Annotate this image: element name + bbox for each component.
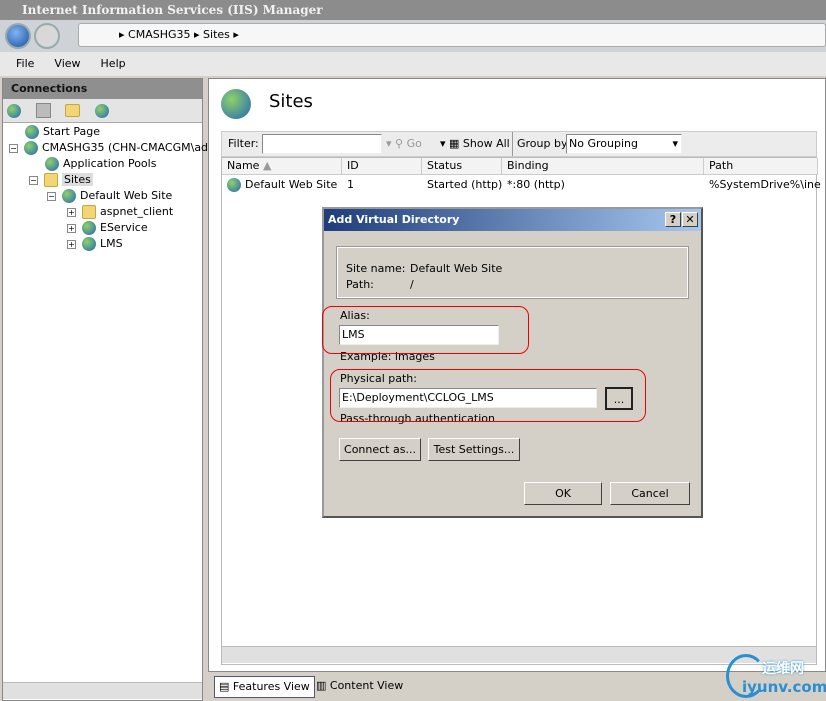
connect-globe-icon[interactable] [7, 104, 21, 118]
col-name[interactable]: Name ▲ [222, 158, 342, 175]
tab-content-view[interactable]: ▥ Content View [312, 676, 407, 698]
breadcrumb-arrow-icon: ▸ [233, 28, 239, 41]
save-icon[interactable] [36, 103, 51, 118]
tree-sites[interactable]: − Sites [29, 172, 93, 188]
menu-view[interactable]: View [54, 57, 80, 70]
dialog-title-bar: Add Virtual Directory [324, 209, 701, 231]
cancel-button[interactable]: Cancel [610, 482, 690, 505]
up-folder-icon[interactable] [65, 104, 80, 117]
globe-icon [227, 178, 241, 192]
watermark: 运维网 iyunv.com [722, 650, 826, 701]
back-button[interactable] [5, 23, 31, 49]
menu-bar: File View Help [0, 52, 826, 76]
highlight-alias [322, 306, 529, 354]
ok-button[interactable]: OK [524, 482, 602, 505]
connections-header: Connections [3, 79, 202, 99]
menu-help[interactable]: Help [101, 57, 126, 70]
filter-bar: Filter: ▾ ⚲ Go ▾ ▦ Show All Group by: No… [221, 131, 817, 157]
title-bar: Internet Information Services (IIS) Mana… [0, 0, 826, 20]
globe-icon [62, 189, 76, 203]
help-button[interactable]: ? [665, 212, 681, 227]
window-title: Internet Information Services (IIS) Mana… [22, 3, 323, 17]
connections-hscrollbar[interactable] [3, 682, 202, 699]
disconnect-icon[interactable] [95, 104, 109, 118]
app-pools-icon [45, 157, 59, 171]
site-info-group: Site name: Default Web Site Path: / [336, 246, 689, 299]
tree-aspnet-client[interactable]: + aspnet_client [67, 204, 173, 220]
breadcrumb-sites[interactable]: Sites [203, 28, 230, 41]
breadcrumb-arrow-icon: ▸ [119, 28, 129, 41]
tree-eservice[interactable]: + EService [67, 220, 148, 236]
breadcrumb-arrow-icon: ▸ [194, 28, 204, 41]
tree-default-web-site[interactable]: − Default Web Site [47, 188, 172, 204]
connections-toolbar [3, 99, 202, 123]
sites-folder-icon [44, 173, 58, 187]
sites-header-icon [221, 89, 251, 119]
tab-features-view[interactable]: ▤ Features View [214, 676, 315, 698]
group-by-select[interactable]: No Grouping ▾ [566, 134, 682, 154]
go-button[interactable]: ▾ ⚲ Go [386, 132, 422, 156]
close-button[interactable]: ✕ [682, 212, 698, 227]
filter-label: Filter: [228, 137, 259, 150]
tree-server[interactable]: − CMASHG35 (CHN-CMACGM\admi [9, 140, 222, 156]
path-value: / [410, 278, 414, 291]
server-icon [24, 141, 38, 155]
connect-as-button[interactable]: Connect as... [339, 438, 421, 461]
filter-input[interactable] [262, 134, 382, 154]
virtual-dir-icon [82, 237, 96, 251]
col-path[interactable]: Path [704, 158, 818, 175]
col-binding[interactable]: Binding [502, 158, 704, 175]
tree-app-pools[interactable]: Application Pools [45, 156, 156, 172]
address-breadcrumb[interactable]: ▸ CMASHG35 ▸ Sites ▸ [78, 23, 826, 47]
show-all-button[interactable]: ▾ ▦ Show All [440, 132, 510, 156]
forward-button[interactable] [34, 23, 60, 49]
highlight-physical-path [330, 369, 646, 422]
group-by-label: Group by: [512, 132, 570, 156]
breadcrumb-server[interactable]: CMASHG35 [128, 28, 190, 41]
test-settings-button[interactable]: Test Settings... [428, 438, 520, 461]
col-id[interactable]: ID [342, 158, 422, 175]
page-title: Sites [269, 91, 313, 112]
virtual-dir-icon [82, 221, 96, 235]
menu-file[interactable]: File [16, 57, 34, 70]
add-virtual-directory-dialog: Add Virtual Directory ? ✕ Site name: Def… [322, 207, 703, 518]
tree-lms[interactable]: + LMS [67, 236, 123, 252]
site-name-value: Default Web Site [410, 262, 503, 275]
connections-pane: Connections Start Page − CMASHG35 (CHN-CM… [2, 78, 222, 701]
tree-start-page[interactable]: Start Page [25, 124, 100, 140]
folder-icon [82, 205, 96, 219]
start-page-icon [25, 125, 39, 139]
col-status[interactable]: Status [422, 158, 502, 175]
